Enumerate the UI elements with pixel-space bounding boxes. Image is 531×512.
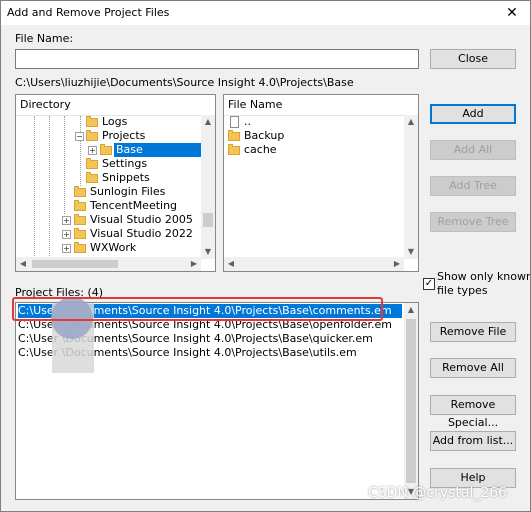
file-name-label: File Name: xyxy=(15,32,74,45)
scroll-thumb[interactable] xyxy=(32,260,118,268)
expand-icon[interactable]: + xyxy=(62,230,71,239)
tree-item-label: TencentMeeting xyxy=(90,199,178,212)
tree-item-label: Projects xyxy=(102,129,146,142)
remove-file-button[interactable]: Remove File xyxy=(430,322,516,342)
close-button[interactable]: Close xyxy=(430,49,516,69)
scroll-up-icon[interactable]: ▲ xyxy=(201,115,215,129)
folder-icon xyxy=(228,144,240,155)
file-item-label: cache xyxy=(244,143,277,156)
scroll-thumb[interactable] xyxy=(406,319,416,483)
add-button[interactable]: Add xyxy=(430,104,516,124)
project-files-vertical-scrollbar[interactable]: ▲ ▼ xyxy=(404,303,418,499)
file-name-header[interactable]: File Name xyxy=(224,95,418,116)
folder-icon xyxy=(86,130,98,141)
remove-all-button-label: Remove All xyxy=(442,361,504,374)
file-name-input[interactable] xyxy=(15,49,419,69)
scroll-up-icon[interactable]: ▲ xyxy=(404,303,418,317)
tree-item-label-selected: Base xyxy=(114,143,203,157)
add-from-list-button-label: Add from list... xyxy=(432,434,514,447)
folder-icon xyxy=(86,172,98,183)
tree-line xyxy=(34,116,35,256)
tree-line xyxy=(49,116,50,256)
folder-icon xyxy=(74,186,86,197)
directory-header[interactable]: Directory xyxy=(16,95,215,116)
tree-item-label: Visual Studio 2022 xyxy=(90,227,193,240)
remove-tree-button-label: Remove Tree xyxy=(437,215,509,228)
file-horizontal-scrollbar[interactable]: ◀ ▶ xyxy=(224,257,404,271)
window-title: Add and Remove Project Files xyxy=(7,6,170,19)
tree-item-label: Sunlogin Files xyxy=(90,185,166,198)
folder-icon xyxy=(74,214,86,225)
tree-item-label: Snippets xyxy=(102,171,150,184)
collapse-icon[interactable]: − xyxy=(75,132,84,141)
scroll-down-icon[interactable]: ▼ xyxy=(201,245,215,259)
scroll-thumb[interactable] xyxy=(203,213,213,227)
remove-special-button[interactable]: Remove Special... xyxy=(430,395,516,429)
add-button-label: Add xyxy=(462,107,484,120)
help-button-label: Help xyxy=(460,471,486,484)
tree-item-label: Logs xyxy=(102,115,128,128)
add-tree-button-label: Add Tree xyxy=(449,179,497,192)
remove-file-button-label: Remove File xyxy=(439,325,507,338)
add-tree-button[interactable]: Add Tree xyxy=(430,176,516,196)
file-list-panel[interactable]: File Name .. Backup cache ▲ ▼ ◀ ▶ xyxy=(223,94,419,272)
document-icon xyxy=(230,116,239,128)
scroll-right-icon[interactable]: ▶ xyxy=(187,257,201,271)
tree-item-label: Settings xyxy=(102,157,148,170)
tree-line xyxy=(64,116,65,214)
remove-tree-button[interactable]: Remove Tree xyxy=(430,212,516,232)
add-from-list-button[interactable]: Add from list... xyxy=(430,431,516,451)
folder-icon xyxy=(86,116,98,127)
folder-icon xyxy=(228,130,240,141)
directory-horizontal-scrollbar[interactable]: ◀ ▶ xyxy=(16,257,201,271)
file-item-label: Backup xyxy=(244,129,285,142)
folder-icon xyxy=(100,144,112,155)
watermark: CSDN @crystal_266 xyxy=(368,485,508,501)
folder-icon xyxy=(74,242,86,253)
scroll-down-icon[interactable]: ▼ xyxy=(404,245,418,259)
file-name-header-label: File Name xyxy=(228,98,283,111)
add-all-button[interactable]: Add All xyxy=(430,140,516,160)
current-path: C:\Users\liuzhijie\Documents\Source Insi… xyxy=(15,76,354,89)
scroll-right-icon[interactable]: ▶ xyxy=(390,257,404,271)
tree-line xyxy=(80,116,81,186)
scroll-up-icon[interactable]: ▲ xyxy=(404,115,418,129)
expand-icon[interactable]: + xyxy=(62,244,71,253)
file-vertical-scrollbar[interactable]: ▲ ▼ xyxy=(404,115,418,259)
show-known-types-label-2: file types xyxy=(437,284,488,297)
scroll-left-icon[interactable]: ◀ xyxy=(16,257,30,271)
directory-panel[interactable]: Directory Logs − Projects + Base Setting… xyxy=(15,94,216,272)
tree-item-label: WXWork xyxy=(90,241,137,254)
add-remove-project-files-dialog: Add and Remove Project Files ✕ File Name… xyxy=(0,0,531,512)
show-known-types-checkbox[interactable]: ✓ xyxy=(423,278,435,290)
folder-icon xyxy=(86,158,98,169)
folder-icon xyxy=(74,228,86,239)
expand-icon[interactable]: + xyxy=(62,216,71,225)
add-all-button-label: Add All xyxy=(453,143,493,156)
file-item-label: .. xyxy=(244,115,251,128)
directory-vertical-scrollbar[interactable]: ▲ ▼ xyxy=(201,115,215,259)
title-bar[interactable]: Add and Remove Project Files ✕ xyxy=(1,1,530,25)
expand-icon[interactable]: + xyxy=(88,146,97,155)
close-window-icon[interactable]: ✕ xyxy=(502,3,522,23)
tree-item-label: Visual Studio 2005 xyxy=(90,213,193,226)
close-button-label: Close xyxy=(458,52,488,65)
show-known-types-label: Show only known xyxy=(437,270,531,283)
directory-header-label: Directory xyxy=(20,98,71,111)
remove-special-button-label: Remove Special... xyxy=(447,398,499,429)
highlight-box xyxy=(12,297,383,321)
scroll-left-icon[interactable]: ◀ xyxy=(224,257,238,271)
remove-all-button[interactable]: Remove All xyxy=(430,358,516,378)
folder-icon xyxy=(74,200,86,211)
